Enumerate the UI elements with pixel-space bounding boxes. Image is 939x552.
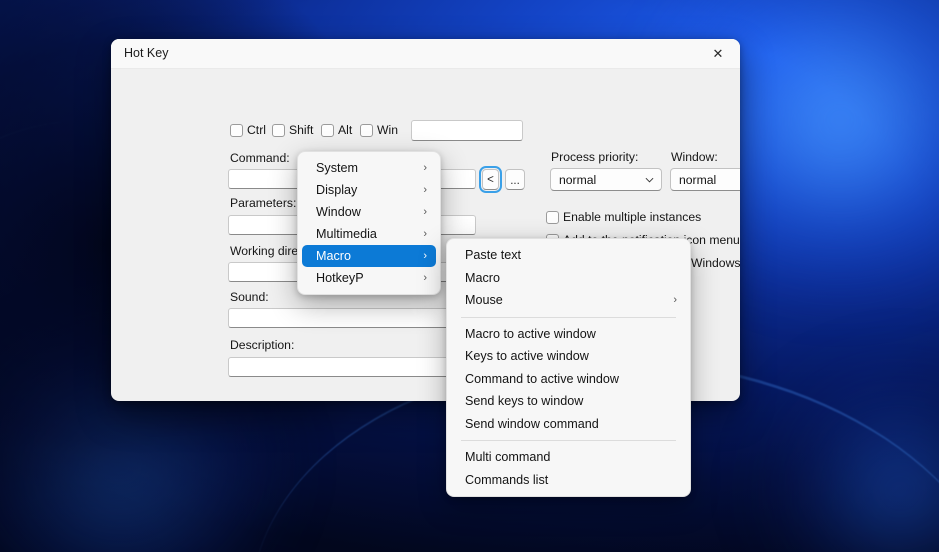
menu-item-label: Macro: [465, 270, 500, 285]
menu-item-multimedia[interactable]: Multimedia ›: [302, 223, 436, 245]
chevron-right-icon: ›: [423, 161, 427, 174]
checkbox-shift[interactable]: [272, 124, 285, 137]
checkbox-label-alt[interactable]: Alt: [338, 123, 352, 137]
process-priority-value: normal: [559, 172, 597, 187]
menu-item-send-window-command[interactable]: Send window command: [451, 413, 686, 436]
menu-item-label: Display: [316, 183, 358, 197]
menu-item-macro-to-active-window[interactable]: Macro to active window: [451, 323, 686, 346]
menu-item-display[interactable]: Display ›: [302, 179, 436, 201]
chevron-right-icon: ›: [423, 183, 427, 196]
menu-item-paste-text[interactable]: Paste text: [451, 244, 686, 267]
chevron-right-icon: ›: [673, 293, 677, 306]
checkbox-label-ctrl[interactable]: Ctrl: [247, 123, 266, 137]
menu-item-macro[interactable]: Macro ›: [302, 245, 436, 267]
chevron-down-icon: [645, 177, 654, 183]
checkbox-label-shift[interactable]: Shift: [289, 123, 313, 137]
checkbox-enable-multiple-instances[interactable]: [546, 211, 559, 224]
menu-item-hotkeyp[interactable]: HotkeyP ›: [302, 267, 436, 289]
chevron-right-icon: ›: [423, 249, 427, 262]
menu-item-label: Keys to active window: [465, 349, 589, 364]
menu-item-macro[interactable]: Macro: [451, 267, 686, 290]
checkbox-alt[interactable]: [321, 124, 334, 137]
menu-item-label: Commands list: [465, 472, 549, 487]
menu-item-keys-to-active-window[interactable]: Keys to active window: [451, 345, 686, 368]
menu-item-label: Command to active window: [465, 371, 619, 386]
menu-item-mouse[interactable]: Mouse ›: [451, 289, 686, 312]
menu-item-label: System: [316, 161, 358, 175]
menu-item-label: Window: [316, 205, 361, 219]
checkbox-label-win[interactable]: Win: [377, 123, 398, 137]
checkbox-ctrl[interactable]: [230, 124, 243, 137]
command-back-button[interactable]: <: [479, 166, 502, 193]
menu-item-multi-command[interactable]: Multi command: [451, 446, 686, 469]
checkbox-win[interactable]: [360, 124, 373, 137]
window-select[interactable]: normal: [670, 168, 740, 191]
chevron-right-icon: ›: [423, 227, 427, 240]
menu-item-system[interactable]: System ›: [302, 157, 436, 179]
close-icon[interactable]: ✕: [696, 39, 740, 68]
command-browse-button[interactable]: ...: [505, 169, 525, 190]
menu-item-label: Multi command: [465, 450, 551, 465]
dialog-titlebar: Hot Key ✕: [111, 39, 740, 69]
menu-item-label: Send keys to window: [465, 394, 584, 409]
window-value: normal: [679, 172, 717, 187]
process-priority-select[interactable]: normal: [550, 168, 662, 191]
hotkey-input[interactable]: [411, 120, 523, 141]
menu-item-send-keys-to-window[interactable]: Send keys to window: [451, 390, 686, 413]
command-context-menu: System › Display › Window › Multimedia ›…: [297, 151, 441, 295]
checkbox-label-enable-multiple-instances[interactable]: Enable multiple instances: [563, 210, 701, 224]
macro-submenu: Paste text Macro Mouse › Macro to active…: [446, 238, 691, 497]
chevron-right-icon: ›: [423, 205, 427, 218]
menu-item-label: Send window command: [465, 416, 599, 431]
menu-item-label: HotkeyP: [316, 271, 364, 285]
menu-item-commands-list[interactable]: Commands list: [451, 469, 686, 492]
label-process-priority: Process priority:: [551, 150, 639, 164]
menu-item-label: Multimedia: [316, 227, 377, 241]
label-description: Description:: [230, 338, 295, 352]
menu-separator: [461, 440, 676, 441]
label-sound: Sound:: [230, 290, 269, 304]
menu-item-window[interactable]: Window ›: [302, 201, 436, 223]
menu-item-label: Mouse: [465, 293, 503, 308]
menu-item-label: Macro: [316, 249, 351, 263]
label-window: Window:: [671, 150, 718, 164]
menu-item-label: Macro to active window: [465, 326, 596, 341]
menu-separator: [461, 316, 676, 318]
sound-input[interactable]: [228, 308, 476, 328]
dialog-title: Hot Key: [124, 46, 169, 60]
label-command: Command:: [230, 151, 290, 165]
menu-item-command-to-active-window[interactable]: Command to active window: [451, 368, 686, 391]
chevron-right-icon: ›: [423, 271, 427, 284]
menu-item-label: Paste text: [465, 248, 522, 263]
label-parameters: Parameters:: [230, 196, 297, 210]
